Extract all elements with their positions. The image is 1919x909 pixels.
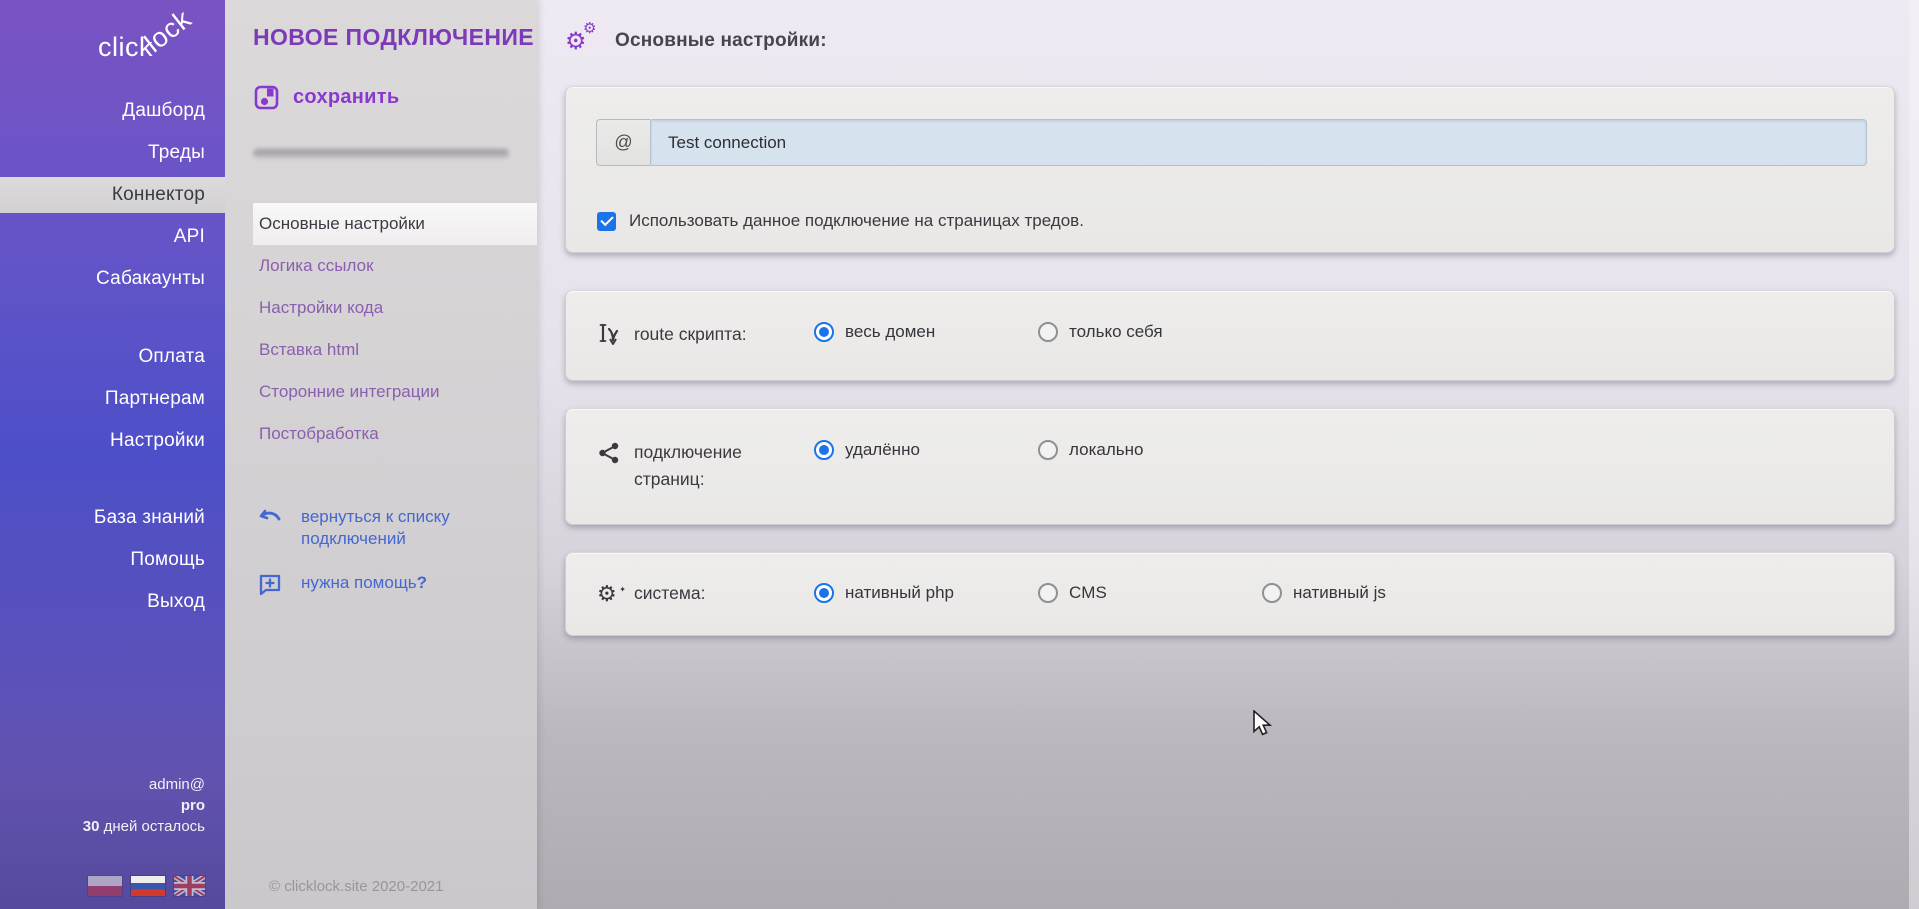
connection-name-input[interactable]: Test connection <box>650 119 1867 166</box>
radio-whole-domain[interactable] <box>814 322 834 342</box>
flag-poland-icon[interactable] <box>88 876 122 896</box>
mouse-cursor <box>1253 710 1275 740</box>
gears-icon: ⚙⚙ <box>565 24 599 58</box>
menu-item-postprocessing[interactable]: Постобработка <box>253 413 537 455</box>
use-on-threads-label: Использовать данное подключение на стран… <box>629 211 1084 231</box>
sidebar: click lock Дашборд Треды Коннектор API С… <box>0 0 225 909</box>
menu-item-code-settings[interactable]: Настройки кода <box>253 287 537 329</box>
option-native-php: нативный php <box>814 583 954 603</box>
radio-native-php[interactable] <box>814 583 834 603</box>
use-on-threads-checkbox[interactable] <box>597 212 616 231</box>
option-remote: удалённо <box>814 440 920 460</box>
option-native-js: нативный js <box>1262 583 1386 603</box>
connection-name-card: @ Test connection Использовать данное по… <box>565 86 1895 253</box>
pages-connection-label: подключение страниц: <box>634 439 797 493</box>
system-label-group: ⚙✦ система: <box>597 580 705 607</box>
option-cms: CMS <box>1038 583 1107 603</box>
panel-divider <box>253 149 509 158</box>
flag-uk-icon[interactable] <box>174 876 205 896</box>
sidebar-item-knowledge-base[interactable]: База знаний <box>0 497 225 539</box>
script-route-label-group: route скрипта: <box>597 321 747 348</box>
clicklock-logo[interactable]: click lock <box>98 14 218 74</box>
pages-connection-card: подключение страниц: удалённо локально <box>565 408 1895 525</box>
main-content: ⚙⚙ Основные настройки: @ Test connection… <box>537 0 1919 909</box>
back-to-connections-label: вернуться к списку подключений <box>301 506 508 550</box>
script-route-label: route скрипта: <box>634 321 747 348</box>
use-on-threads-row: Использовать данное подключение на стран… <box>597 211 1084 231</box>
radio-cms[interactable] <box>1038 583 1058 603</box>
radio-remote[interactable] <box>814 440 834 460</box>
sidebar-item-subaccounts[interactable]: Сабакаунты <box>0 258 225 300</box>
right-edge-strip <box>1909 0 1919 909</box>
flag-russia-icon[interactable] <box>131 876 165 896</box>
sidebar-item-connector[interactable]: Коннектор <box>0 177 225 213</box>
menu-item-link-logic[interactable]: Логика ссылок <box>253 245 537 287</box>
user-days-left: 30 дней осталось <box>83 816 205 837</box>
at-prefix: @ <box>596 119 650 166</box>
copyright-footer: © clicklock.site 2020-2021 <box>269 878 443 895</box>
script-route-card: route скрипта: весь домен только себя <box>565 290 1895 381</box>
share-icon <box>597 439 623 493</box>
option-local: локально <box>1038 440 1143 460</box>
save-button[interactable]: сохранить <box>253 84 399 111</box>
floppy-disk-icon <box>253 84 280 111</box>
sidebar-item-settings[interactable]: Настройки <box>0 420 225 462</box>
menu-item-integrations[interactable]: Сторонние интеграции <box>253 371 537 413</box>
user-info: admin@ pro 30 дней осталось <box>83 774 205 837</box>
sidebar-item-partners[interactable]: Партнерам <box>0 378 225 420</box>
connection-panel: НОВОЕ ПОДКЛЮЧЕНИЕ сохранить Основные нас… <box>225 0 537 909</box>
gear-icon: ⚙✦ <box>597 582 623 605</box>
panel-links: вернуться к списку подключений нужна пом… <box>258 506 508 597</box>
option-whole-domain: весь домен <box>814 322 935 342</box>
user-email: admin@ <box>83 774 205 795</box>
user-plan: pro <box>83 795 205 816</box>
menu-item-html-insert[interactable]: Вставка html <box>253 329 537 371</box>
need-help-label: нужна помощь? <box>301 572 427 597</box>
connection-name-input-group: @ Test connection <box>596 119 1867 166</box>
sidebar-item-dashboard[interactable]: Дашборд <box>0 90 225 132</box>
back-to-connections-link[interactable]: вернуться к списку подключений <box>258 506 508 550</box>
sidebar-nav: Дашборд Треды Коннектор API Сабакаунты О… <box>0 90 225 623</box>
sidebar-item-help[interactable]: Помощь <box>0 539 225 581</box>
language-switcher <box>88 876 205 896</box>
need-help-link[interactable]: нужна помощь? <box>258 572 508 597</box>
connection-settings-menu: Основные настройки Логика ссылок Настрой… <box>253 203 537 455</box>
connection-name-value: Test connection <box>668 133 786 153</box>
option-only-self: только себя <box>1038 322 1163 342</box>
route-icon <box>597 321 623 348</box>
sidebar-item-logout[interactable]: Выход <box>0 581 225 623</box>
radio-native-js[interactable] <box>1262 583 1282 603</box>
system-card: ⚙✦ система: нативный php CMS нативный js <box>565 552 1895 636</box>
system-label: система: <box>634 580 705 607</box>
add-comment-icon <box>258 572 284 597</box>
radio-local[interactable] <box>1038 440 1058 460</box>
main-header-title: Основные настройки: <box>615 30 827 52</box>
panel-title: НОВОЕ ПОДКЛЮЧЕНИЕ <box>253 24 534 51</box>
sidebar-item-api[interactable]: API <box>0 216 225 258</box>
undo-arrow-icon <box>258 506 284 550</box>
sidebar-item-payment[interactable]: Оплата <box>0 336 225 378</box>
main-header: ⚙⚙ Основные настройки: <box>565 24 827 58</box>
menu-item-basic-settings[interactable]: Основные настройки <box>253 203 537 245</box>
save-button-label: сохранить <box>293 86 399 109</box>
sidebar-item-threads[interactable]: Треды <box>0 132 225 174</box>
radio-only-self[interactable] <box>1038 322 1058 342</box>
pages-connection-label-group: подключение страниц: <box>597 439 797 493</box>
